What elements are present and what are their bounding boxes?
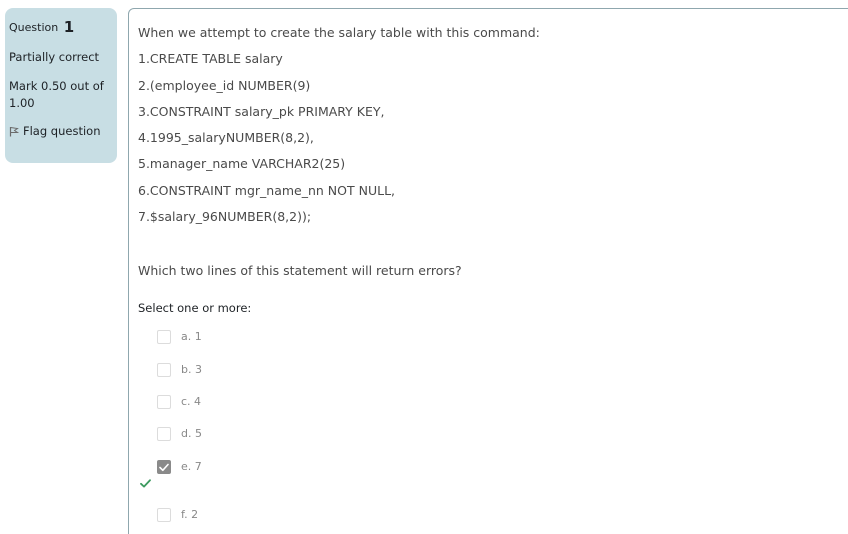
- answer-label: b. 3: [181, 363, 202, 376]
- answer-option-a[interactable]: a. 1: [157, 329, 202, 345]
- question-prompt: Which two lines of this statement will r…: [138, 263, 462, 278]
- answer-checkbox[interactable]: [157, 363, 171, 377]
- sql-line: 2.(employee_id NUMBER(9): [138, 77, 311, 93]
- flag-icon: [9, 126, 19, 136]
- checkmark-icon: [159, 463, 169, 471]
- answer-option-f[interactable]: f. 2: [157, 507, 198, 523]
- flag-question-label: Flag question: [23, 124, 101, 138]
- answer-option-d[interactable]: d. 5: [157, 426, 202, 442]
- sql-line: 6.CONSTRAINT mgr_name_nn NOT NULL,: [138, 182, 396, 198]
- select-instruction: Select one or more:: [138, 301, 252, 315]
- answer-label: f. 2: [181, 508, 199, 521]
- sql-line: 5.manager_name VARCHAR2(25): [138, 156, 346, 172]
- question-content: When we attempt to create the salary tab…: [128, 8, 848, 534]
- quiz-page: Question 1 Partially correct Mark 0.50 o…: [0, 0, 848, 534]
- answer-checkbox[interactable]: [157, 330, 171, 344]
- answer-checkbox-checked[interactable]: [157, 460, 171, 474]
- answer-option-e[interactable]: e. 7: [157, 459, 202, 475]
- question-number-value: 1: [63, 18, 75, 36]
- question-grade: Mark 0.50 out of 1.00: [9, 79, 104, 110]
- question-intro: When we attempt to create the salary tab…: [138, 25, 540, 40]
- sql-line: 3.CONSTRAINT salary_pk PRIMARY KEY,: [138, 103, 385, 119]
- sql-line: 1.CREATE TABLE salary: [138, 51, 283, 67]
- question-label: Question: [9, 21, 59, 34]
- sql-line: 7.$salary_96NUMBER(8,2));: [138, 209, 312, 225]
- question-state: Partially correct: [9, 50, 100, 64]
- flag-question-link[interactable]: Flag question: [9, 124, 113, 138]
- answer-checkbox[interactable]: [157, 395, 171, 409]
- question-info-panel: Question 1 Partially correct Mark 0.50 o…: [5, 8, 117, 163]
- answer-label: c. 4: [181, 395, 202, 408]
- answer-checkbox[interactable]: [157, 427, 171, 441]
- answer-option-c[interactable]: c. 4: [157, 394, 201, 410]
- answer-checkbox[interactable]: [157, 508, 171, 522]
- question-text: When we attempt to create the salary tab…: [138, 24, 540, 234]
- answer-label: e. 7: [181, 460, 202, 473]
- question-number: Question 1: [9, 18, 113, 38]
- answer-option-b[interactable]: b. 3: [157, 362, 202, 378]
- sql-line: 4.1995_salaryNUMBER(8,2),: [138, 130, 314, 146]
- answer-label: a. 1: [181, 330, 202, 343]
- check-icon: [140, 479, 151, 488]
- answer-label: d. 5: [181, 427, 202, 440]
